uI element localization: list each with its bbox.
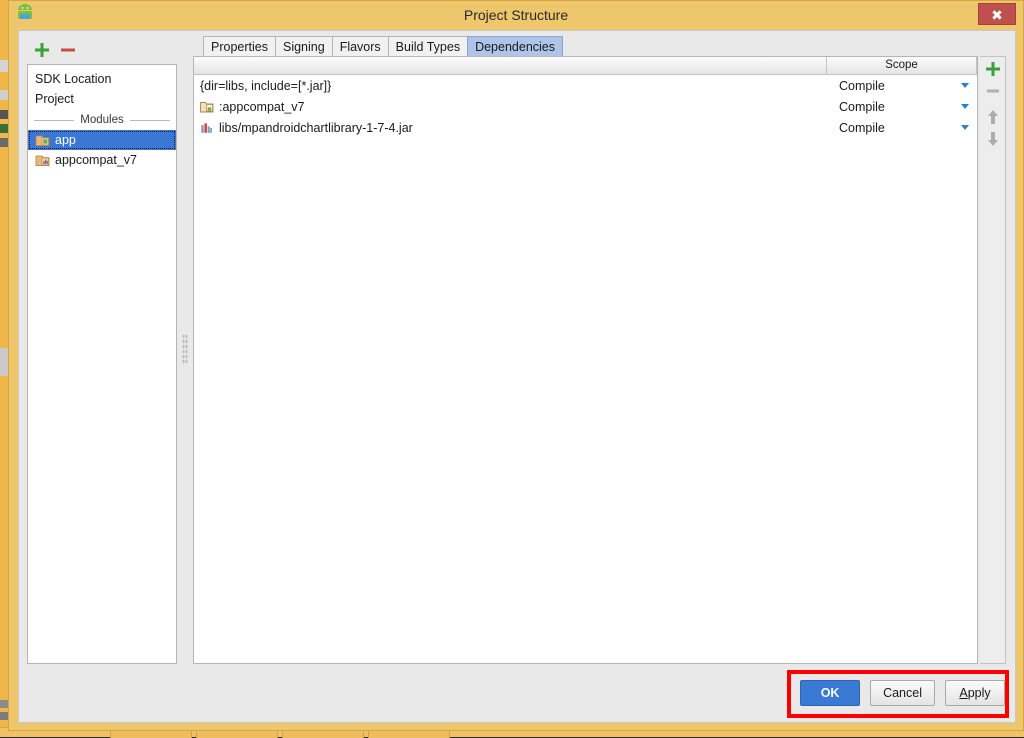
chevron-down-icon <box>961 83 969 88</box>
tab-properties[interactable]: Properties <box>203 36 276 56</box>
scope-value: Compile <box>839 100 885 114</box>
apply-button[interactable]: Apply <box>945 680 1005 706</box>
dependency-label: {dir=libs, include=[*.jar]} <box>200 79 331 93</box>
ok-button[interactable]: OK <box>800 680 860 706</box>
apply-mnemonic: A <box>959 686 967 700</box>
scope-value: Compile <box>839 79 885 93</box>
column-header-name[interactable] <box>194 57 827 74</box>
close-icon[interactable]: ✖ <box>978 3 1016 25</box>
plus-icon[interactable] <box>33 41 51 59</box>
column-header-scope[interactable]: Scope <box>827 57 977 74</box>
dependency-name: {dir=libs, include=[*.jar]} <box>194 79 827 93</box>
add-dependency-button[interactable] <box>982 59 1004 79</box>
tab-dependencies[interactable]: Dependencies <box>467 36 563 56</box>
project-structure-window: Project Structure ✖ <box>8 0 1024 731</box>
tab-build-types[interactable]: Build Types <box>388 36 468 56</box>
cancel-button[interactable]: Cancel <box>870 680 935 706</box>
modules-separator-label: Modules <box>74 114 129 126</box>
scope-dropdown[interactable]: Compile <box>827 100 977 114</box>
jar-library-icon <box>200 121 214 135</box>
sidebar-item-label: appcompat_v7 <box>55 150 137 170</box>
tab-flavors[interactable]: Flavors <box>332 36 389 56</box>
sidebar-item-label: SDK Location <box>35 69 111 89</box>
chevron-down-icon <box>961 125 969 130</box>
modules-separator: Modules <box>34 111 170 129</box>
dependency-name: :appcompat_v7 <box>194 100 827 114</box>
sidebar-item-project[interactable]: Project <box>28 89 176 109</box>
tab-bar: Properties Signing Flavors Build Types D… <box>203 34 1006 56</box>
module-detail-panel: Properties Signing Flavors Build Types D… <box>193 34 1006 664</box>
dependencies-table[interactable]: Scope {dir=libs, include=[*.jar]} Compil… <box>193 56 978 664</box>
sidebar-item-label: app <box>55 130 76 150</box>
sidebar-item-label: Project <box>35 89 74 109</box>
scope-value: Compile <box>839 121 885 135</box>
dependency-label: libs/mpandroidchartlibrary-1-7-4.jar <box>219 121 413 135</box>
dependency-label: :appcompat_v7 <box>219 100 304 114</box>
panel-splitter[interactable] <box>179 34 191 664</box>
apply-label-rest: pply <box>968 686 991 700</box>
dependencies-area: Scope {dir=libs, include=[*.jar]} Compil… <box>193 56 1006 664</box>
dialog-body: SDK Location Project Modules <box>18 30 1016 723</box>
window-titlebar[interactable]: Project Structure ✖ <box>9 1 1023 30</box>
sidebar-item-app[interactable]: app <box>28 130 176 150</box>
modules-panel: SDK Location Project Modules <box>27 34 177 664</box>
move-down-button[interactable] <box>982 129 1004 149</box>
remove-dependency-button[interactable] <box>982 81 1004 101</box>
module-library-icon <box>35 153 50 167</box>
scope-dropdown[interactable]: Compile <box>827 79 977 93</box>
separator-line <box>34 120 74 121</box>
scope-dropdown[interactable]: Compile <box>827 121 977 135</box>
module-android-icon <box>35 133 50 147</box>
dependencies-toolbar <box>980 56 1006 664</box>
tab-signing[interactable]: Signing <box>275 36 333 56</box>
separator-line <box>130 120 170 121</box>
sidebar-item-appcompat-v7[interactable]: appcompat_v7 <box>28 150 176 170</box>
chevron-down-icon <box>961 104 969 109</box>
dialog-footer: OK Cancel Apply <box>790 671 1005 715</box>
modules-list[interactable]: SDK Location Project Modules <box>27 64 177 664</box>
splitter-grip <box>182 334 188 364</box>
table-row[interactable]: :appcompat_v7 Compile <box>194 96 977 117</box>
sidebar-item-sdk-location[interactable]: SDK Location <box>28 69 176 89</box>
module-folder-icon <box>200 100 214 114</box>
minus-icon[interactable] <box>59 41 77 59</box>
window-title: Project Structure <box>9 7 1023 23</box>
table-row[interactable]: libs/mpandroidchartlibrary-1-7-4.jar Com… <box>194 117 977 138</box>
dependency-name: libs/mpandroidchartlibrary-1-7-4.jar <box>194 121 827 135</box>
table-header-row: Scope <box>194 57 977 75</box>
table-row[interactable]: {dir=libs, include=[*.jar]} Compile <box>194 75 977 96</box>
move-up-button[interactable] <box>982 107 1004 127</box>
modules-toolbar <box>27 34 177 64</box>
